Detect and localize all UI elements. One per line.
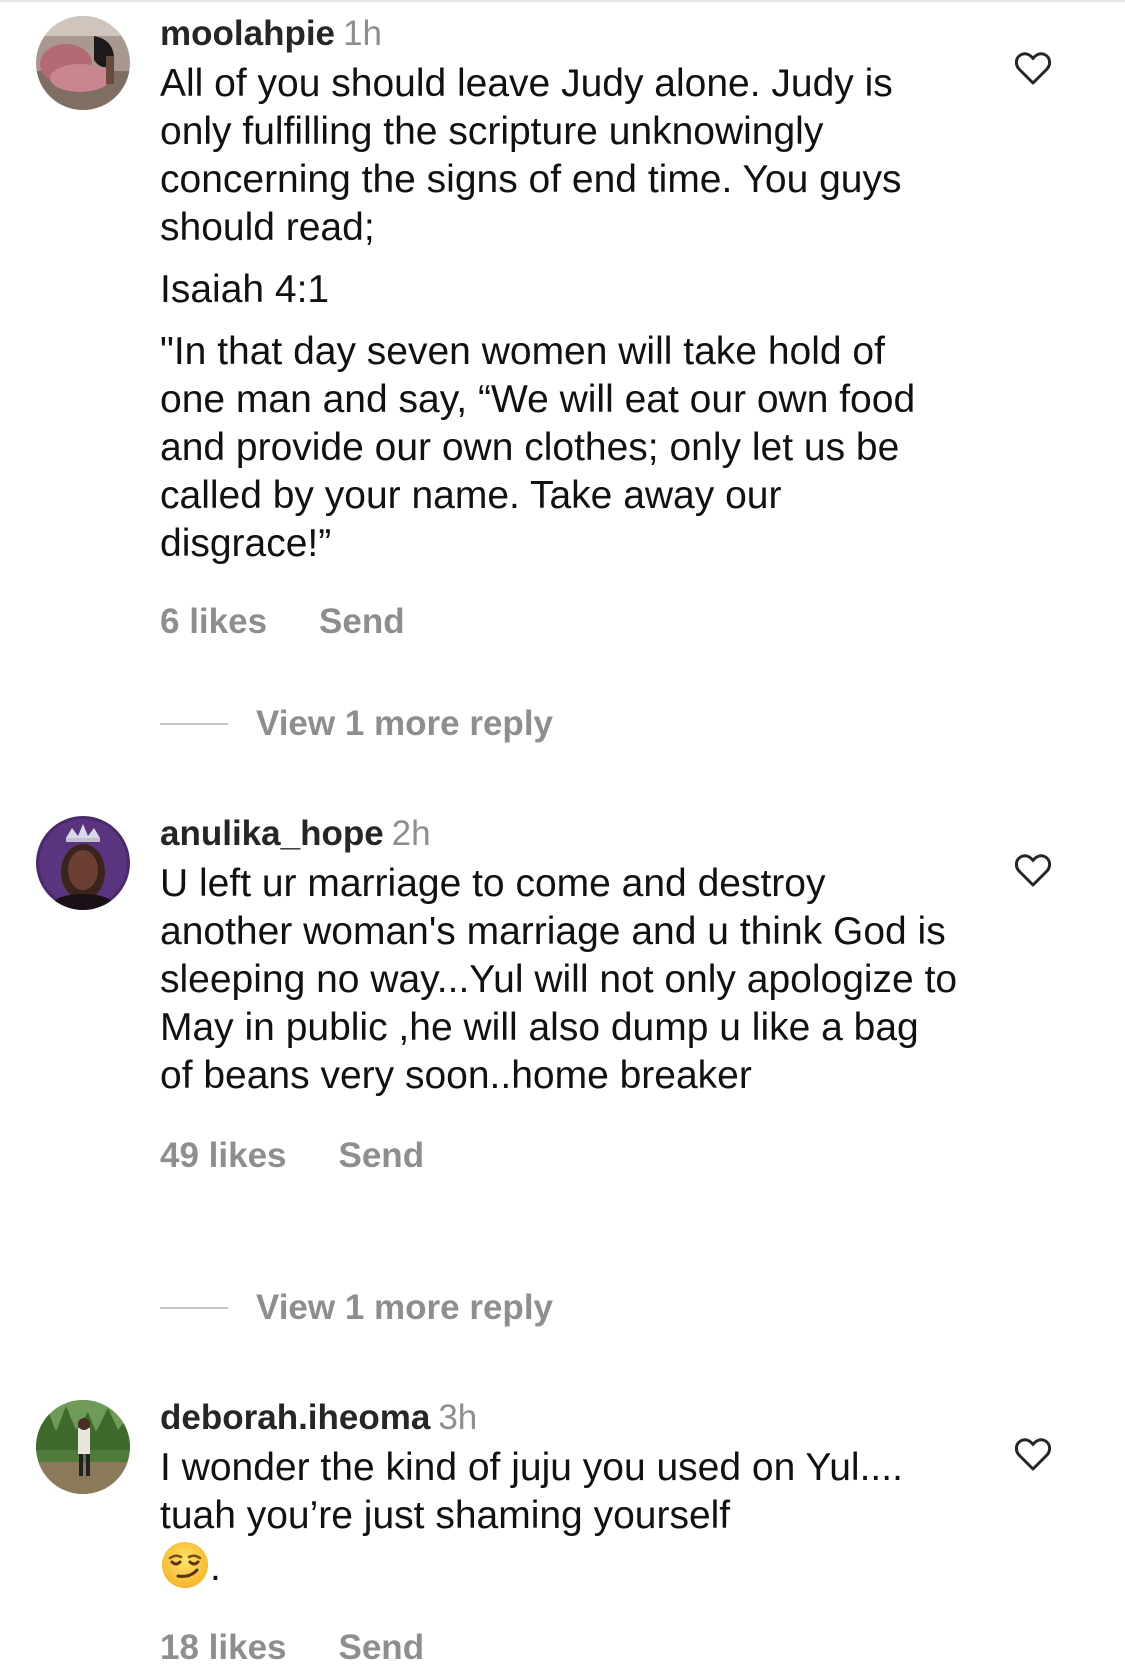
comment-body: moolahpie 1h All of you should leave Judy… (160, 12, 960, 644)
comment-header: deborah.iheoma 3h (160, 1396, 960, 1440)
reply-divider (160, 723, 228, 725)
comment-actions: 18 likes Send (160, 1626, 960, 1670)
username[interactable]: moolahpie (160, 14, 335, 53)
avatar[interactable] (36, 16, 130, 110)
view-replies-label[interactable]: View 1 more reply (256, 704, 553, 743)
view-replies-button[interactable]: View 1 more reply (160, 1286, 553, 1330)
comment-actions: 49 likes Send (160, 1134, 960, 1178)
top-divider (0, 0, 1125, 2)
comment-header: anulika_hope 2h (160, 812, 960, 856)
avatar[interactable] (36, 1400, 130, 1494)
comment-actions: 6 likes Send (160, 600, 960, 644)
comment-header: moolahpie 1h (160, 12, 960, 56)
smirking-face-emoji (162, 1542, 208, 1588)
heart-outline-icon[interactable] (1014, 852, 1052, 888)
likes-count[interactable]: 6 likes (160, 602, 267, 641)
comment-text: Isaiah 4:1 (160, 268, 330, 311)
view-replies-button[interactable]: View 1 more reply (160, 702, 553, 746)
timestamp[interactable]: 1h (343, 14, 382, 53)
username[interactable]: anulika_hope (160, 814, 384, 853)
view-replies-label[interactable]: View 1 more reply (256, 1288, 553, 1327)
likes-count[interactable]: 18 likes (160, 1628, 287, 1667)
comment-text: U left ur marriage to come and destroy a… (160, 862, 958, 1097)
send-button[interactable]: Send (319, 602, 405, 641)
send-button[interactable]: Send (339, 1628, 425, 1667)
avatar[interactable] (36, 816, 130, 910)
timestamp[interactable]: 3h (438, 1398, 477, 1437)
comment-text: "In that day seven women will take hold … (160, 330, 916, 565)
timestamp[interactable]: 2h (392, 814, 431, 853)
heart-outline-icon[interactable] (1014, 1436, 1052, 1472)
heart-outline-icon[interactable] (1014, 50, 1052, 86)
comment-body: anulika_hope 2h U left ur marriage to com… (160, 812, 960, 1178)
send-button[interactable]: Send (339, 1136, 425, 1175)
comment-body: deborah.iheoma 3h I wonder the kind of ju… (160, 1396, 960, 1670)
comment-text-tail: . (210, 1546, 221, 1589)
comment-text-main: I wonder the kind of juju you used on Yu… (160, 1446, 903, 1537)
comment-text: All of you should leave Judy alone. Judy… (160, 62, 902, 249)
username[interactable]: deborah.iheoma (160, 1398, 430, 1437)
likes-count[interactable]: 49 likes (160, 1136, 287, 1175)
reply-divider (160, 1307, 228, 1309)
comment-text: I wonder the kind of juju you used on Yu… (160, 1444, 960, 1592)
